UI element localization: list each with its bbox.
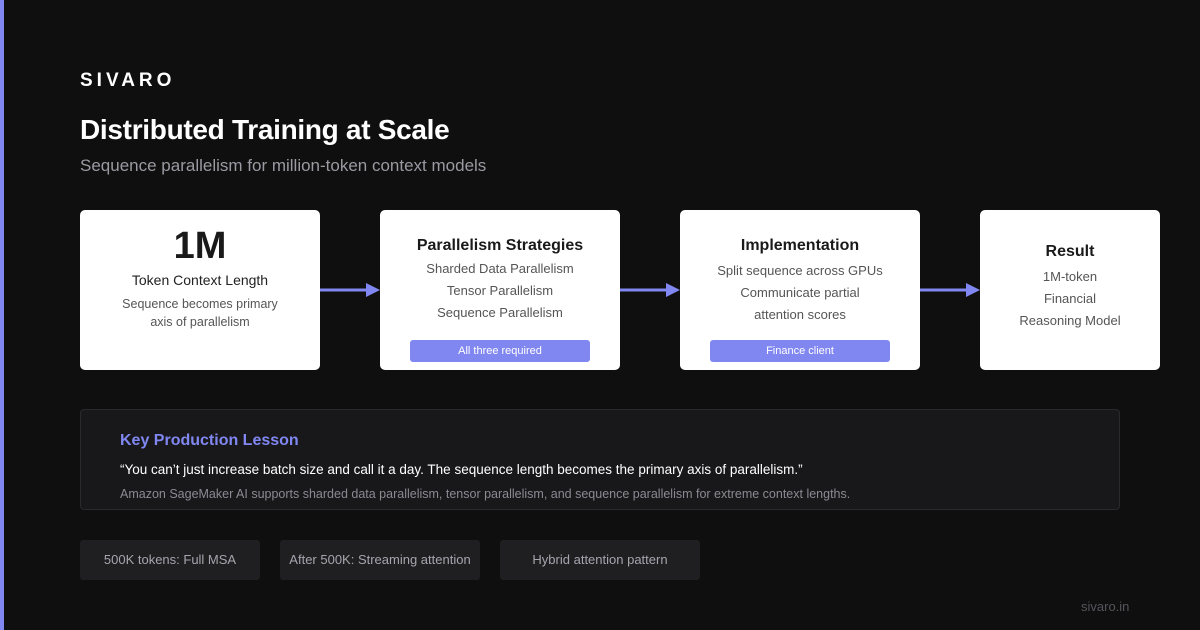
card-title: Parallelism Strategies [416,237,584,254]
info-chip: Hybrid attention pattern [500,540,700,580]
client-badge: Finance client [710,340,890,362]
accent-bar [0,0,4,630]
arrow-right-icon [320,283,380,297]
description-line: axis of parallelism [150,315,250,329]
info-chip: 500K tokens: Full MSA [80,540,260,580]
page-subtitle: Sequence parallelism for million-token c… [80,156,487,175]
requirement-badge: All three required [410,340,590,362]
lesson-quote: “You can’t just increase batch size and … [120,462,803,477]
context-length-value: 1M [173,225,227,267]
key-lesson-panel: Key Production Lesson “You can’t just in… [80,409,1120,510]
context-length-description: Sequence becomes primary axis of paralle… [122,295,278,331]
card-title: Result [1045,243,1095,260]
brand-logo: SIVARO [80,70,176,91]
arrow-right-icon [620,283,680,297]
context-length-label: Token Context Length [131,272,269,288]
list-item: 1M-token [1042,269,1098,284]
site-url: sivaro.in [1081,599,1130,614]
result-description: 1M-token Financial Reasoning Model [1019,266,1120,332]
strategy-list: Sharded Data Parallelism Tensor Parallel… [426,258,573,324]
implementation-steps: Split sequence across GPUs Communicate p… [717,260,882,326]
list-item: Tensor Parallelism [446,283,554,298]
description-line: Sequence becomes primary [122,297,278,311]
list-item: Reasoning Model [1019,313,1121,328]
list-item: Split sequence across GPUs [717,263,883,278]
info-chip: After 500K: Streaming attention [280,540,480,580]
card-title: Implementation [740,237,860,254]
flow-card-parallelism-strategies: Parallelism Strategies Sharded Data Para… [380,210,620,370]
lesson-title: Key Production Lesson [120,432,299,449]
flow-card-context-length: 1M Token Context Length Sequence becomes… [80,210,320,370]
list-item: Communicate partial [740,285,860,300]
list-item: Financial [1043,291,1097,306]
flow-card-result: Result 1M-token Financial Reasoning Mode… [980,210,1160,370]
list-item: Sharded Data Parallelism [426,261,574,276]
list-item: Sequence Parallelism [437,305,563,320]
flow-card-implementation: Implementation Split sequence across GPU… [680,210,920,370]
page-title: Distributed Training at Scale [80,114,450,145]
lesson-note: Amazon SageMaker AI supports sharded dat… [120,487,851,501]
arrow-right-icon [920,283,980,297]
list-item: attention scores [754,307,846,322]
